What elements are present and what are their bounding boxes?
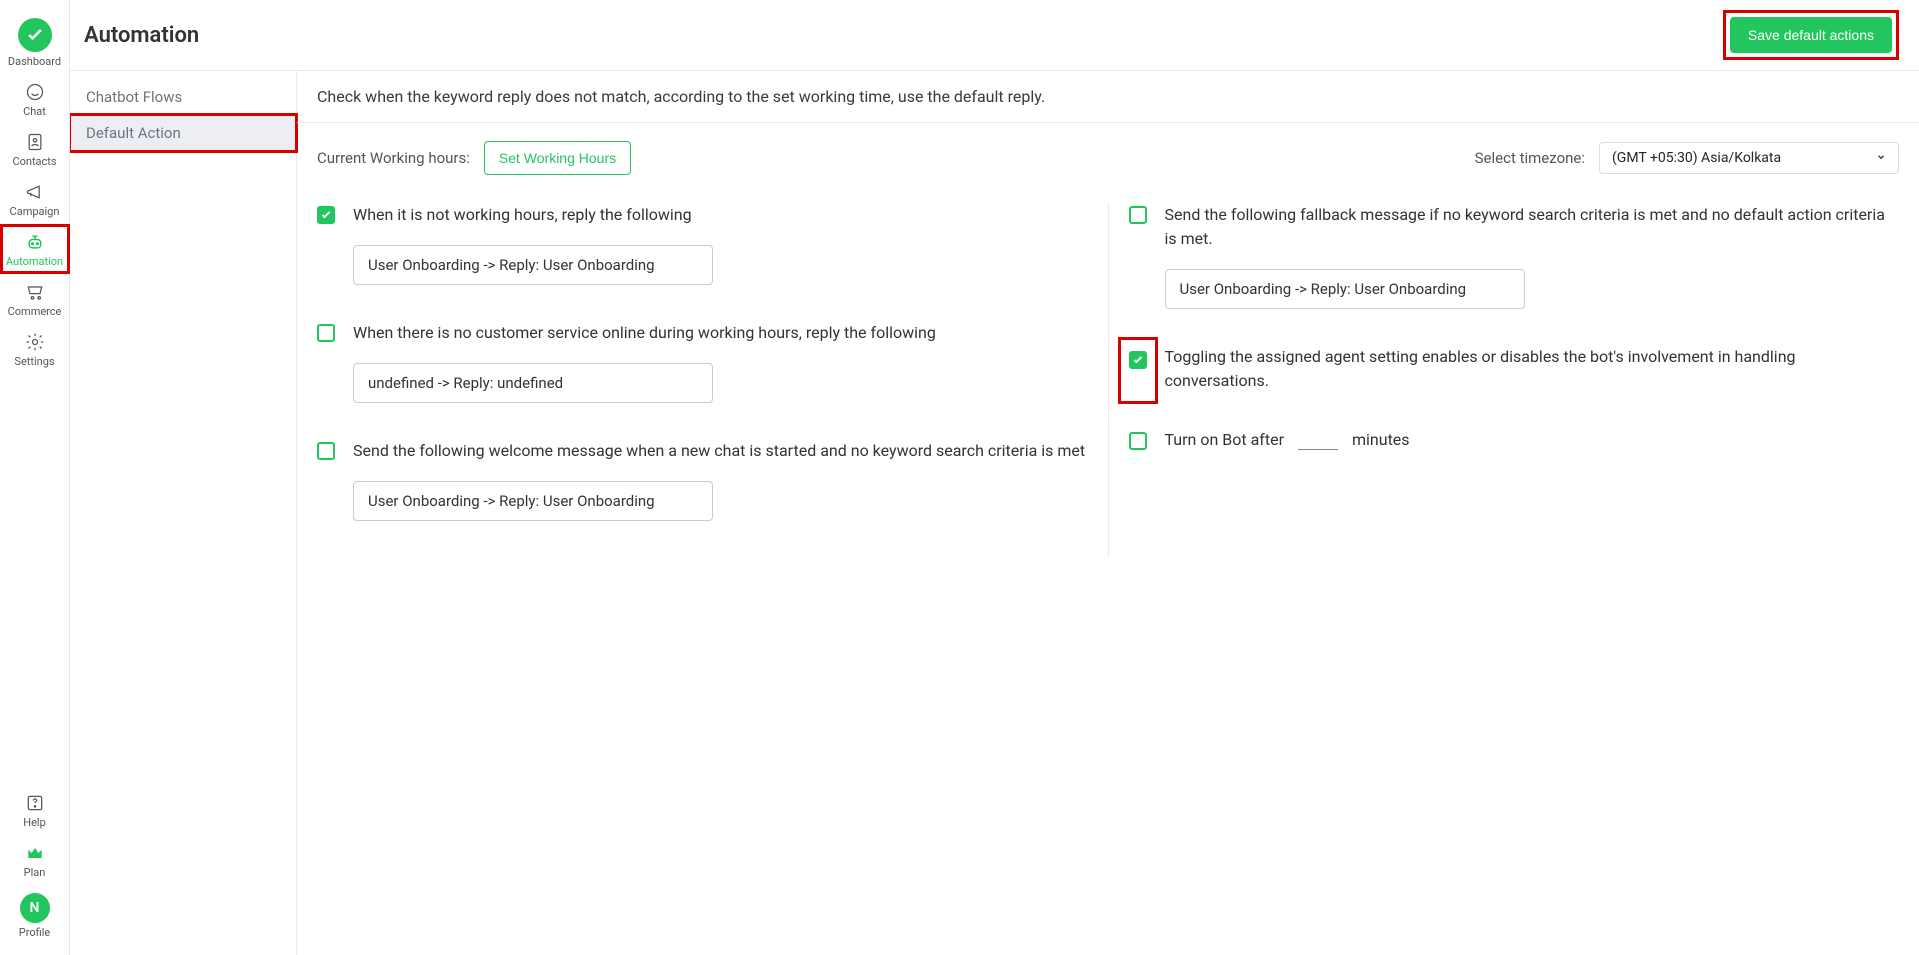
option-label-suffix: minutes xyxy=(1352,430,1410,449)
checkbox-fallback-message[interactable] xyxy=(1129,206,1147,224)
sub-sidebar: Chatbot Flows Default Action xyxy=(70,71,297,955)
reply-selector[interactable]: undefined -> Reply: undefined xyxy=(353,363,713,403)
option-label-prefix: Turn on Bot after xyxy=(1165,430,1284,449)
sidebar-label: Dashboard xyxy=(8,55,61,68)
chat-icon xyxy=(25,82,45,102)
option-label: When it is not working hours, reply the … xyxy=(353,203,1088,227)
option-not-working-hours: When it is not working hours, reply the … xyxy=(317,203,1088,285)
robot-icon xyxy=(25,232,45,252)
save-button[interactable]: Save default actions xyxy=(1730,17,1892,53)
option-label: Send the following fallback message if n… xyxy=(1165,203,1900,251)
checkbox-welcome-message[interactable] xyxy=(317,442,335,460)
set-working-hours-button[interactable]: Set Working Hours xyxy=(484,141,631,175)
timezone-value: (GMT +05:30) Asia/Kolkata xyxy=(1612,150,1781,166)
option-toggle-agent: Toggling the assigned agent setting enab… xyxy=(1129,345,1900,393)
sidebar-item-plan[interactable]: Plan xyxy=(0,835,70,885)
option-label: When there is no customer service online… xyxy=(353,321,1088,345)
checkbox-toggle-agent[interactable] xyxy=(1129,351,1147,369)
sidebar-item-contacts[interactable]: Contacts xyxy=(0,124,70,174)
sidebar-label: Commerce xyxy=(8,305,62,318)
checkbox-no-customer-service[interactable] xyxy=(317,324,335,342)
checkbox-highlight xyxy=(1121,340,1155,401)
option-welcome-message: Send the following welcome message when … xyxy=(317,439,1088,521)
gear-icon xyxy=(25,332,45,352)
sidebar-label: Profile xyxy=(19,926,50,939)
sidebar-item-automation[interactable]: Automation xyxy=(0,224,70,274)
option-label: Send the following welcome message when … xyxy=(353,439,1088,463)
sidebar-item-commerce[interactable]: Commerce xyxy=(0,274,70,324)
sidebar-label: Settings xyxy=(14,355,54,368)
reply-selector[interactable]: User Onboarding -> Reply: User Onboardin… xyxy=(1165,269,1525,309)
timezone-select[interactable]: (GMT +05:30) Asia/Kolkata xyxy=(1599,142,1899,174)
cart-icon xyxy=(25,282,45,302)
avatar: N xyxy=(20,893,50,923)
sidebar-label: Chat xyxy=(23,105,46,118)
main-sidebar: Dashboard Chat Contacts Campaign xyxy=(0,0,70,955)
reply-selector[interactable]: User Onboarding -> Reply: User Onboardin… xyxy=(353,481,713,521)
page-title: Automation xyxy=(84,23,199,48)
column-divider xyxy=(1108,203,1109,557)
logo-icon xyxy=(18,18,52,52)
page-header: Automation Save default actions xyxy=(70,0,1919,71)
sidebar-label: Automation xyxy=(6,255,63,268)
sidebar-label: Help xyxy=(23,816,46,829)
contacts-icon xyxy=(25,132,45,152)
sidebar-item-campaign[interactable]: Campaign xyxy=(0,174,70,224)
sidebar-item-help[interactable]: Help xyxy=(0,785,70,835)
sidebar-item-profile[interactable]: N Profile xyxy=(0,885,70,945)
save-button-highlight: Save default actions xyxy=(1723,10,1899,60)
minutes-input[interactable] xyxy=(1298,429,1338,450)
sidebar-item-dashboard[interactable]: Dashboard xyxy=(0,10,70,74)
sidebar-item-chat[interactable]: Chat xyxy=(0,74,70,124)
chevron-down-icon xyxy=(1876,150,1886,166)
option-fallback-message: Send the following fallback message if n… xyxy=(1129,203,1900,309)
timezone-label: Select timezone: xyxy=(1475,149,1585,167)
help-icon xyxy=(25,793,45,813)
working-hours-label: Current Working hours: xyxy=(317,149,470,167)
sidebar-label: Campaign xyxy=(10,205,60,218)
option-turn-on-bot: Turn on Bot after minutes xyxy=(1129,429,1900,450)
megaphone-icon xyxy=(25,182,45,202)
checkbox-turn-on-bot[interactable] xyxy=(1129,432,1147,450)
sidebar-label: Contacts xyxy=(12,155,56,168)
checkbox-not-working-hours[interactable] xyxy=(317,206,335,224)
sidebar-label: Plan xyxy=(24,866,46,879)
description-text: Check when the keyword reply does not ma… xyxy=(297,71,1919,123)
crown-icon xyxy=(25,843,45,863)
sub-sidebar-item-chatbot-flows[interactable]: Chatbot Flows xyxy=(70,79,296,115)
reply-selector[interactable]: User Onboarding -> Reply: User Onboardin… xyxy=(353,245,713,285)
option-label: Toggling the assigned agent setting enab… xyxy=(1165,345,1900,393)
option-no-customer-service: When there is no customer service online… xyxy=(317,321,1088,403)
sidebar-item-settings[interactable]: Settings xyxy=(0,324,70,374)
sub-sidebar-item-default-action[interactable]: Default Action xyxy=(70,115,296,151)
